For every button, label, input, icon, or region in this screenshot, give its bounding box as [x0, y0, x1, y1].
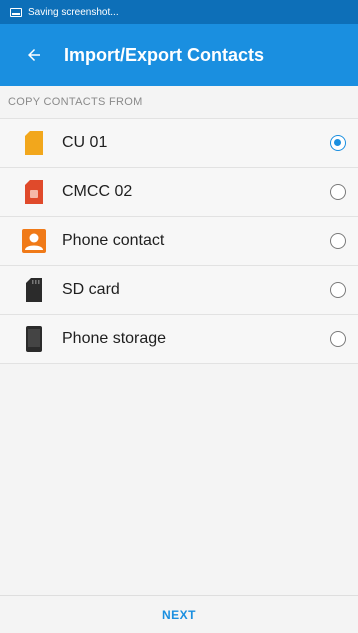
- contact-card-icon: [20, 227, 48, 255]
- radio-sd-card[interactable]: [330, 282, 346, 298]
- radio-cmcc02[interactable]: [330, 184, 346, 200]
- list-item-label: Phone storage: [62, 330, 167, 347]
- arrow-back-icon: [28, 49, 40, 61]
- status-text: Saving screenshot...: [28, 6, 119, 18]
- divider: [0, 363, 358, 364]
- list-item-label: CU 01: [62, 134, 108, 151]
- next-button[interactable]: NEXT: [0, 596, 358, 633]
- sim-card-icon: [20, 178, 48, 206]
- page-title: Import/Export Contacts: [64, 44, 265, 65]
- list-item-cu01[interactable]: CU 01: [0, 119, 358, 167]
- list-item-phone-contact[interactable]: Phone contact: [0, 217, 358, 265]
- radio-phone-contact[interactable]: [330, 233, 346, 249]
- list-item-label: CMCC 02: [62, 183, 133, 200]
- app-bar: Import/Export Contacts: [0, 24, 358, 86]
- sim-card-icon: [20, 129, 48, 157]
- list-item-label: Phone contact: [62, 232, 165, 249]
- radio-phone-storage[interactable]: [330, 331, 346, 347]
- list-item-phone-storage[interactable]: Phone storage: [0, 315, 358, 363]
- screenshot-icon: [10, 7, 22, 17]
- list-item-label: SD card: [62, 281, 120, 298]
- status-bar: Saving screenshot...: [0, 0, 358, 24]
- list-item-cmcc02[interactable]: CMCC 02: [0, 168, 358, 216]
- back-button[interactable]: [10, 31, 58, 79]
- sd-card-icon: [20, 276, 48, 304]
- list-item-sd-card[interactable]: SD card: [0, 266, 358, 314]
- radio-cu01[interactable]: [330, 135, 346, 151]
- phone-icon: [20, 325, 48, 353]
- section-header: COPY CONTACTS FROM: [0, 86, 358, 118]
